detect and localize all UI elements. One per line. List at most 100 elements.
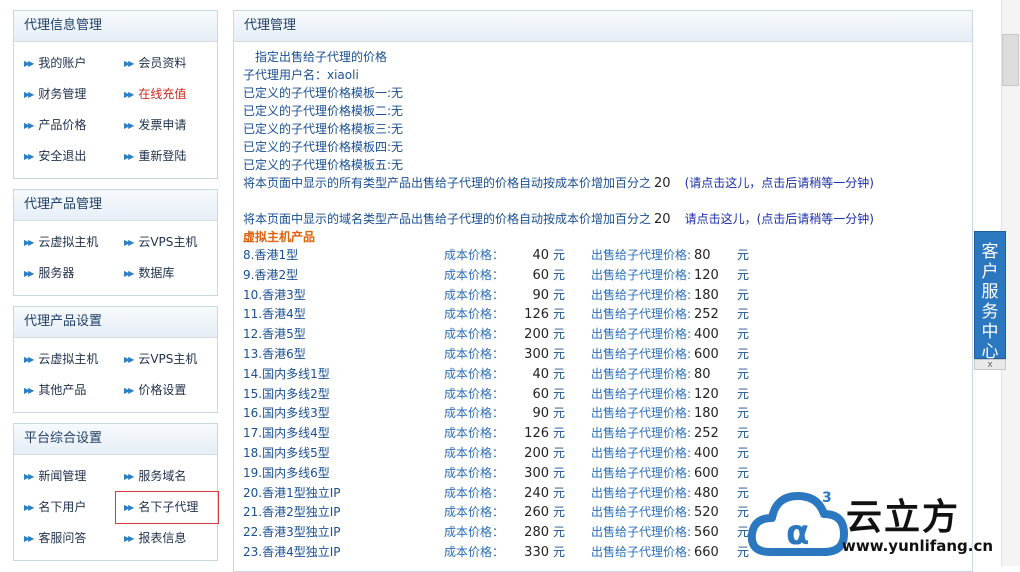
cost-value: 330: [524, 544, 549, 560]
panel-platform-settings: 平台综合设置 ▶▶ 新闻管理 ▶▶ 服务域名 ▶▶ 名下用户 ▶▶ 名下子代理 ▶▶ 客服…: [13, 423, 219, 561]
sell-value: 120: [694, 386, 719, 402]
section-title: 虚拟主机产品: [243, 230, 316, 244]
sell-unit: 元: [737, 248, 750, 262]
product-row: 12.香港5型 成本价格： 200 元 出售给子代理价格: 400 元: [243, 325, 972, 345]
sell-unit: 元: [737, 445, 750, 460]
panel-title: 代理信息管理: [14, 11, 217, 42]
double-chevron-right-icon: ▶▶: [124, 238, 134, 247]
cost-value: 240: [524, 485, 549, 501]
cost-unit: 元: [553, 445, 566, 460]
scrollbar-thumb[interactable]: [1002, 34, 1019, 86]
apply-domain-link[interactable]: 请点击这儿，(点击后请稍等一分钟): [685, 212, 874, 226]
customer-service-close-button[interactable]: x: [974, 359, 1006, 370]
nav-cloud-vps[interactable]: ▶▶ 云VPS主机: [124, 227, 224, 258]
sell-unit: 元: [737, 366, 750, 381]
nav-support-qa[interactable]: ▶▶ 客服问答: [24, 523, 124, 554]
cost-value: 40: [532, 366, 549, 382]
double-chevron-right-icon: ▶▶: [124, 152, 134, 161]
sell-value: 600: [694, 346, 719, 362]
double-chevron-right-icon: ▶▶: [124, 503, 134, 512]
nav-reports[interactable]: ▶▶ 报表信息: [124, 523, 224, 554]
sell-value: 520: [694, 505, 719, 521]
product-row: 9.香港2型 成本价格： 60 元 出售给子代理价格: 120 元: [243, 266, 972, 286]
cost-unit: 元: [553, 287, 566, 302]
watermark-url: www.yunlifang.cn: [842, 537, 994, 555]
nav-product-price[interactable]: ▶▶ 产品价格: [24, 110, 124, 141]
product-row: 19.国内多线6型 成本价格： 300 元 出售给子代理价格: 600 元: [243, 464, 972, 484]
cost-unit: 元: [553, 346, 566, 361]
product-name: 16.国内多线3型: [243, 406, 330, 421]
double-chevron-right-icon: ▶▶: [24, 59, 34, 68]
cost-label: 成本价格：: [444, 445, 505, 460]
sell-unit: 元: [737, 426, 750, 441]
all-products-percent: 20: [654, 176, 671, 191]
nav-member-profile[interactable]: ▶▶ 会员资料: [124, 48, 224, 79]
product-row: 17.国内多线4型 成本价格： 126 元 出售给子代理价格: 252 元: [243, 424, 972, 444]
customer-service-char: 中: [981, 322, 999, 342]
sell-label: 出售给子代理价格:: [591, 406, 692, 421]
sell-label: 出售给子代理价格:: [591, 327, 692, 342]
panel-title: 代理产品设置: [14, 307, 217, 338]
cost-label: 成本价格：: [444, 426, 505, 441]
nav-my-users[interactable]: ▶▶ 名下用户: [24, 492, 124, 523]
main-content: 指定出售给子代理的价格 子代理用户名：xiaoli 已定义的子代理价格模板一:无…: [234, 42, 972, 563]
nav-invoice-request[interactable]: ▶▶ 发票申请: [124, 110, 224, 141]
cost-value: 60: [532, 386, 549, 402]
sell-label: 出售给子代理价格:: [591, 366, 692, 381]
cost-label: 成本价格：: [444, 406, 505, 421]
nav-price-settings[interactable]: ▶▶ 价格设置: [124, 375, 224, 406]
domain-markup-row: 将本页面中显示的域名类型产品出售给子代理的价格自动按成本价增加百分之 20 请点击这…: [243, 210, 972, 228]
product-row: 18.国内多线5型 成本价格： 200 元 出售给子代理价格: 400 元: [243, 444, 972, 464]
customer-service-char: 客: [981, 242, 999, 262]
nav-online-recharge[interactable]: ▶▶ 在线充值: [124, 79, 224, 110]
nav-relogin[interactable]: ▶▶ 重新登陆: [124, 141, 224, 172]
nav-service-domain[interactable]: ▶▶ 服务域名: [124, 461, 224, 492]
double-chevron-right-icon: ▶▶: [24, 121, 34, 130]
customer-service-char: 服: [981, 282, 999, 302]
nav-my-sub-agents[interactable]: ▶▶ 名下子代理: [115, 491, 219, 524]
sell-label: 出售给子代理价格:: [591, 307, 692, 322]
sell-label: 出售给子代理价格:: [591, 485, 692, 500]
cost-value: 300: [524, 346, 549, 362]
sell-value: 180: [694, 287, 719, 303]
sub-agent-username: 子代理用户名：xiaoli: [243, 68, 359, 82]
double-chevron-right-icon: ▶▶: [124, 386, 134, 395]
cost-value: 200: [524, 327, 549, 343]
nav-settings-cloud-vps[interactable]: ▶▶ 云VPS主机: [124, 344, 224, 375]
product-name: 21.香港2型独立IP: [243, 505, 341, 520]
double-chevron-right-icon: ▶▶: [124, 121, 134, 130]
double-chevron-right-icon: ▶▶: [24, 534, 34, 543]
domain-percent: 20: [654, 212, 671, 227]
panel-title: 平台综合设置: [14, 424, 217, 455]
sell-unit: 元: [737, 327, 750, 342]
apply-all-products-link[interactable]: (请点击这儿，点击后请稍等一分钟): [685, 176, 874, 190]
customer-service-tab[interactable]: 客户服务中心: [974, 231, 1006, 362]
nav-settings-cloud-hosting[interactable]: ▶▶ 云虚拟主机: [24, 344, 124, 375]
nav-other-products[interactable]: ▶▶ 其他产品: [24, 375, 124, 406]
cost-label: 成本价格：: [444, 386, 505, 401]
nav-finance[interactable]: ▶▶ 财务管理: [24, 79, 124, 110]
nav-news[interactable]: ▶▶ 新闻管理: [24, 461, 124, 492]
nav-my-account[interactable]: ▶▶ 我的账户: [24, 48, 124, 79]
product-name: 8.香港1型: [243, 248, 299, 262]
product-row: 15.国内多线2型 成本价格： 60 元 出售给子代理价格: 120 元: [243, 385, 972, 405]
cost-label: 成本价格：: [444, 307, 505, 322]
product-name: 22.香港3型独立IP: [243, 525, 341, 540]
page-title: 代理管理: [234, 11, 972, 42]
product-name: 10.香港3型: [243, 287, 306, 302]
cost-unit: 元: [553, 248, 566, 262]
cost-unit: 元: [553, 327, 566, 342]
all-products-markup-text: 将本页面中显示的所有类型产品出售给子代理的价格自动按成本价增加百分之: [243, 176, 652, 190]
sell-label: 出售给子代理价格:: [591, 544, 692, 559]
nav-database[interactable]: ▶▶ 数据库: [124, 258, 224, 289]
sell-value: 252: [694, 307, 719, 323]
double-chevron-right-icon: ▶▶: [24, 90, 34, 99]
cost-label: 成本价格：: [444, 505, 505, 520]
cost-value: 126: [524, 307, 549, 323]
nav-cloud-hosting[interactable]: ▶▶ 云虚拟主机: [24, 227, 124, 258]
sell-label: 出售给子代理价格:: [591, 445, 692, 460]
nav-logout[interactable]: ▶▶ 安全退出: [24, 141, 124, 172]
nav-server[interactable]: ▶▶ 服务器: [24, 258, 124, 289]
product-name: 13.香港6型: [243, 346, 306, 361]
double-chevron-right-icon: ▶▶: [24, 152, 34, 161]
